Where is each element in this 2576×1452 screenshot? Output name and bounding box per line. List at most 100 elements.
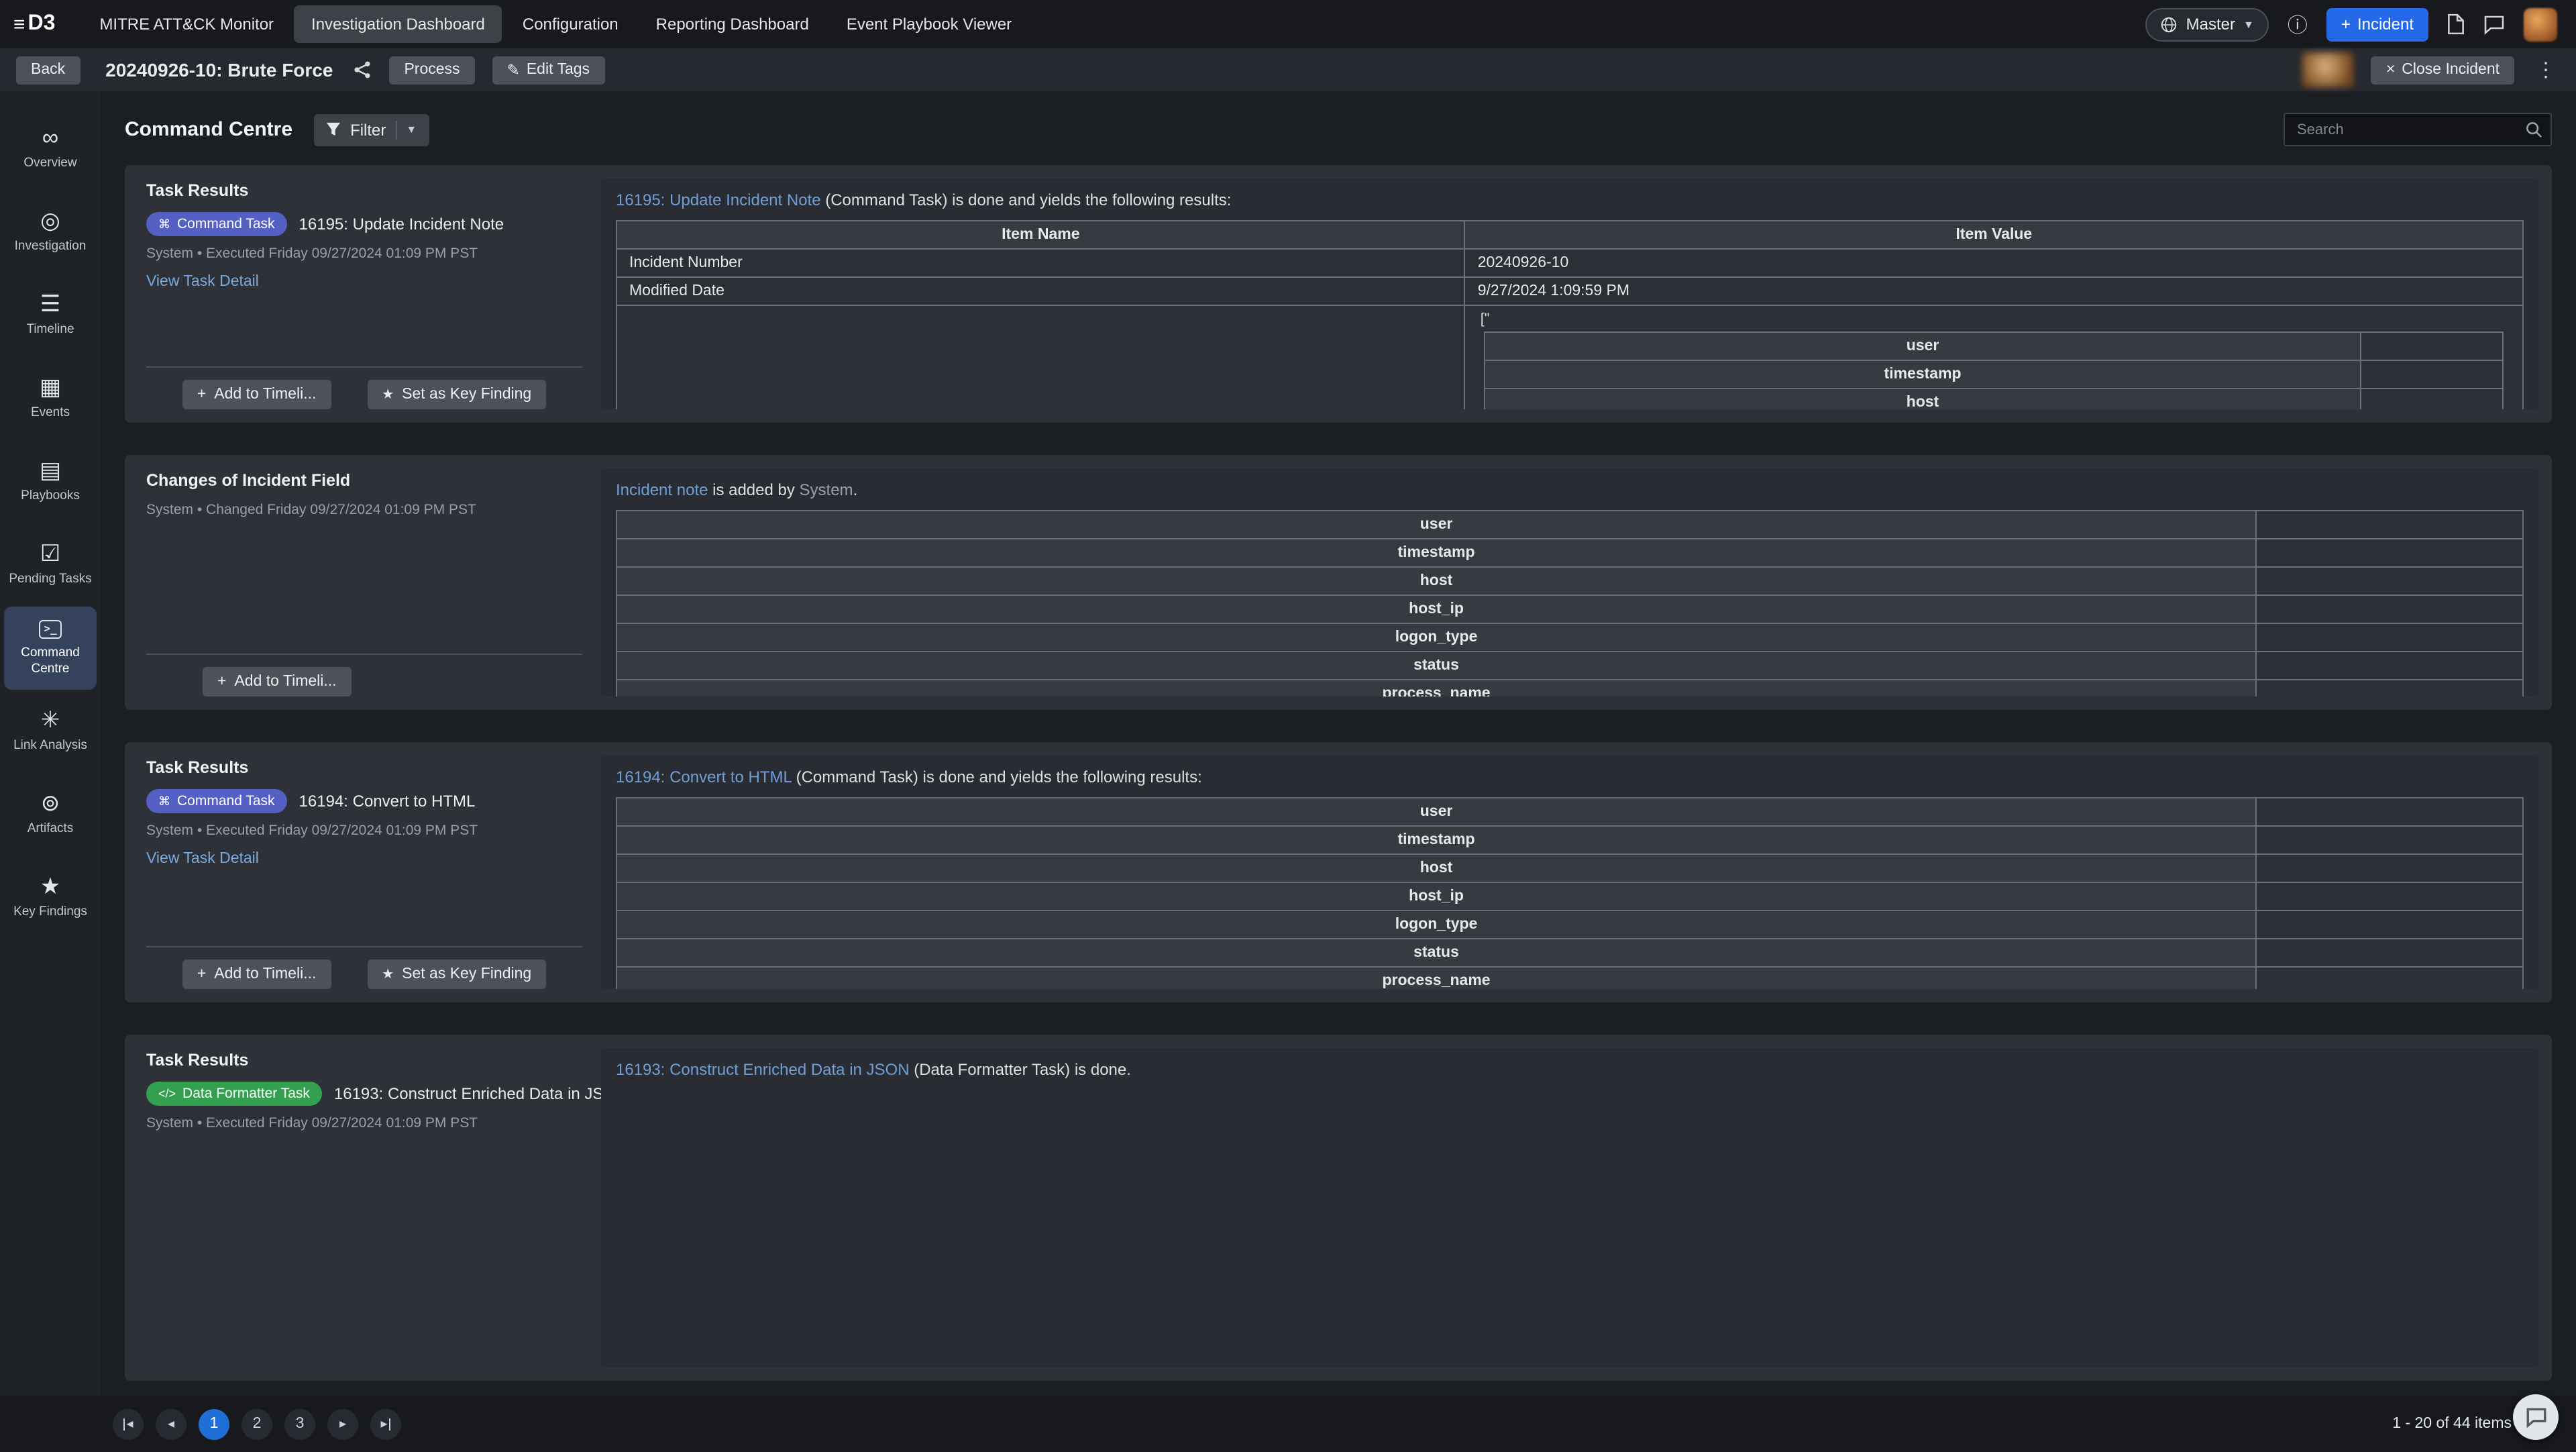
sidebar: ∞ Overview ◎ Investigation ☰ Timeline ▦ … bbox=[0, 91, 101, 1396]
task-link[interactable]: 16195: Update Incident Note bbox=[616, 191, 821, 209]
table-row: logon_type bbox=[616, 623, 2523, 652]
nav-event-playbook-viewer[interactable]: Event Playbook Viewer bbox=[829, 5, 1029, 43]
change-meta: System • Changed Friday 09/27/2024 01:09… bbox=[146, 502, 582, 518]
task-result-card-16195: Task Results ⌘ Command Task 16195: Updat… bbox=[125, 165, 2552, 423]
search-icon[interactable] bbox=[2525, 121, 2542, 145]
next-page-button[interactable]: ▸ bbox=[327, 1408, 358, 1439]
command-centre-toolbar: Command Centre Filter ▼ bbox=[101, 91, 2576, 162]
add-to-timeline-button[interactable]: + Add to Timeli... bbox=[182, 380, 331, 409]
page-3-button[interactable]: 3 bbox=[284, 1408, 315, 1439]
filter-button[interactable]: Filter ▼ bbox=[314, 113, 429, 146]
top-nav-links: MITRE ATT&CK Monitor Investigation Dashb… bbox=[82, 5, 1029, 43]
task-title: 16194: Convert to HTML bbox=[299, 792, 476, 811]
sidebar-item-overview[interactable]: ∞ Overview bbox=[4, 107, 97, 191]
prev-page-button[interactable]: ◂ bbox=[156, 1408, 186, 1439]
sidebar-item-timeline[interactable]: ☰ Timeline bbox=[4, 274, 97, 357]
search-input[interactable] bbox=[2284, 113, 2552, 146]
set-key-finding-button[interactable]: ★ Set as Key Finding bbox=[367, 960, 546, 989]
table-row-notes: Notes [" user timestamp host host_ip bbox=[616, 305, 2523, 409]
table-header-row: Item Name Item Value bbox=[616, 221, 2523, 249]
nav-mitre-attck-monitor[interactable]: MITRE ATT&CK Monitor bbox=[82, 5, 291, 43]
table-row: process_name bbox=[616, 967, 2523, 989]
pagination-bar: ◂ ◂ 1 2 3 ▸ ▸ 1 - 20 of 44 items bbox=[0, 1396, 2576, 1452]
artifacts-fingerprint-icon: ⊚ bbox=[41, 792, 60, 815]
table-row: host_ip bbox=[616, 595, 2523, 623]
card-heading: Task Results bbox=[146, 758, 582, 777]
pending-tasks-checklist-icon: ☑ bbox=[40, 542, 61, 565]
chat-fab-button[interactable] bbox=[2513, 1394, 2559, 1440]
result-sentence: 16195: Update Incident Note (Command Tas… bbox=[616, 191, 2524, 209]
incident-header-bar: Back 20240926-10: Brute Force Process ✎ … bbox=[0, 48, 2576, 91]
card-heading: Task Results bbox=[146, 1051, 582, 1070]
task-link[interactable]: 16193: Construct Enriched Data in JSON bbox=[616, 1060, 910, 1079]
incident-note-link[interactable]: Incident note bbox=[616, 480, 708, 499]
sidebar-item-pending-tasks[interactable]: ☑ Pending Tasks bbox=[4, 523, 97, 607]
nav-reporting-dashboard[interactable]: Reporting Dashboard bbox=[639, 5, 826, 43]
sidebar-item-investigation[interactable]: ◎ Investigation bbox=[4, 191, 97, 274]
task-title: 16195: Update Incident Note bbox=[299, 215, 504, 234]
table-row: user bbox=[616, 798, 2523, 826]
process-button[interactable]: Process bbox=[389, 56, 474, 84]
first-page-button[interactable]: ◂ bbox=[113, 1408, 144, 1439]
first-page-icon: ◂ bbox=[126, 1416, 133, 1431]
command-centre-terminal-icon: >_ bbox=[38, 619, 62, 638]
command-task-icon: ⌘ bbox=[158, 794, 170, 809]
document-icon[interactable] bbox=[2447, 13, 2465, 35]
task-title: 16193: Construct Enriched Data in JSON bbox=[334, 1084, 628, 1103]
table-row: Modified Date 9/27/2024 1:09:59 PM bbox=[616, 277, 2523, 305]
result-sentence: 16193: Construct Enriched Data in JSON (… bbox=[616, 1060, 2524, 1079]
info-icon[interactable]: ⓘ bbox=[2288, 10, 2308, 38]
events-calendar-icon: ▦ bbox=[40, 376, 61, 399]
table-row: logon_type bbox=[616, 911, 2523, 939]
globe-icon bbox=[2161, 15, 2178, 33]
close-incident-button[interactable]: × Close Incident bbox=[2371, 56, 2514, 84]
add-to-timeline-button[interactable]: + Add to Timeli... bbox=[203, 667, 352, 696]
user-avatar[interactable] bbox=[2524, 7, 2557, 41]
kebab-menu-icon[interactable]: ⋮ bbox=[2532, 58, 2560, 82]
task-link[interactable]: 16194: Convert to HTML bbox=[616, 768, 792, 786]
table-row: host bbox=[616, 854, 2523, 882]
add-to-timeline-button[interactable]: + Add to Timeli... bbox=[182, 960, 331, 989]
incident-title: 20240926-10: Brute Force bbox=[105, 59, 333, 81]
plus-icon: + bbox=[197, 386, 206, 403]
change-sentence: Incident note is added by System. bbox=[616, 480, 2524, 499]
sidebar-item-artifacts[interactable]: ⊚ Artifacts bbox=[4, 773, 97, 856]
page-2-button[interactable]: 2 bbox=[241, 1408, 272, 1439]
funnel-icon bbox=[326, 122, 341, 137]
nav-investigation-dashboard[interactable]: Investigation Dashboard bbox=[294, 5, 502, 43]
chevron-down-icon: ▼ bbox=[2243, 18, 2254, 30]
chevron-down-icon: ▼ bbox=[406, 123, 417, 136]
back-button[interactable]: Back bbox=[16, 56, 80, 84]
page-1-button[interactable]: 1 bbox=[199, 1408, 229, 1439]
sidebar-item-link-analysis[interactable]: ✳ Link Analysis bbox=[4, 690, 97, 773]
sidebar-item-key-findings[interactable]: ★ Key Findings bbox=[4, 856, 97, 939]
table-row: host bbox=[1485, 388, 2503, 409]
edit-tags-button[interactable]: ✎ Edit Tags bbox=[492, 56, 605, 84]
main-content: Command Centre Filter ▼ bbox=[101, 91, 2576, 1396]
plus-icon: + bbox=[197, 966, 206, 982]
table-row: status bbox=[616, 652, 2523, 680]
nav-configuration[interactable]: Configuration bbox=[505, 5, 636, 43]
d3-logo[interactable]: ≡ D3 bbox=[13, 12, 55, 36]
chat-icon[interactable] bbox=[2483, 14, 2505, 34]
command-task-icon: ⌘ bbox=[158, 217, 170, 231]
master-selector[interactable]: Master ▼ bbox=[2146, 7, 2269, 41]
share-icon[interactable] bbox=[353, 60, 372, 79]
json-prefix: [" bbox=[1481, 311, 2509, 327]
sidebar-item-playbooks[interactable]: ▤ Playbooks bbox=[4, 440, 97, 523]
nested-notes-table: user timestamp host host_ip bbox=[1484, 331, 2504, 409]
task-meta: System • Executed Friday 09/27/2024 01:0… bbox=[146, 246, 582, 262]
view-task-detail-link[interactable]: View Task Detail bbox=[146, 851, 582, 867]
view-task-detail-link[interactable]: View Task Detail bbox=[146, 274, 582, 290]
result-sentence: 16194: Convert to HTML (Command Task) is… bbox=[616, 768, 2524, 786]
last-page-button[interactable]: ▸ bbox=[370, 1408, 401, 1439]
assignee-avatar-blurred[interactable] bbox=[2303, 52, 2354, 87]
plus-icon: + bbox=[217, 674, 226, 690]
sidebar-item-events[interactable]: ▦ Events bbox=[4, 357, 97, 440]
page-title: Command Centre bbox=[125, 118, 292, 141]
new-incident-button[interactable]: + Incident bbox=[2326, 7, 2428, 41]
body-row: ∞ Overview ◎ Investigation ☰ Timeline ▦ … bbox=[0, 91, 2576, 1396]
set-key-finding-button[interactable]: ★ Set as Key Finding bbox=[367, 380, 546, 409]
playbooks-book-icon: ▤ bbox=[40, 459, 61, 482]
sidebar-item-command-centre[interactable]: >_ Command Centre bbox=[4, 607, 97, 690]
